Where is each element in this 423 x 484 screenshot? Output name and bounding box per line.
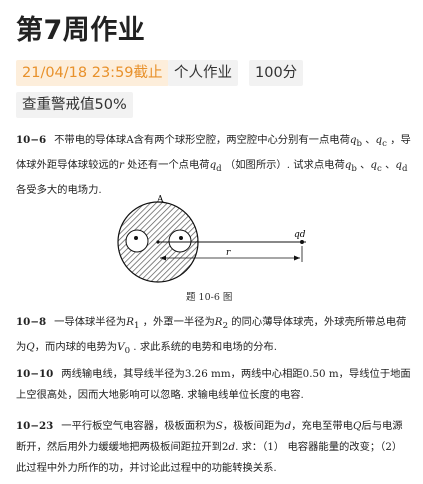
problem-10-6: 10−6 不带电的导体球A含有两个球形空腔，两空腔中心分别有一点电荷qb 、qc …	[16, 130, 412, 201]
charge-qd	[300, 240, 304, 244]
assignment-type-badge: 个人作业	[168, 60, 238, 86]
deadline-badge: 21/04/18 23:59截止	[16, 60, 169, 86]
plagiarism-threshold-badge: 查重警戒值50%	[16, 92, 133, 118]
figure-caption: 题 10-6 图	[186, 292, 233, 303]
page-title: 第7周作业	[16, 15, 146, 46]
label-r: r	[226, 248, 231, 258]
score-badge: 100分	[249, 60, 304, 86]
problem-number: 10−10	[16, 368, 54, 380]
charge-qc	[179, 236, 183, 240]
problem-text: 一导体球半径为R1 ，外罩一半径为R2 的同心薄导体球壳，外球壳所带总电荷为Q，…	[16, 316, 407, 357]
problem-number: 10−8	[16, 316, 47, 328]
problem-text: 不带电的导体球A含有两个球形空腔，两空腔中心分别有一点电荷qb 、qc ，导体球…	[16, 134, 411, 197]
problem-number: 10−6	[16, 134, 47, 146]
problem-number: 10−23	[16, 420, 54, 432]
problem-10-8: 10−8 一导体球半径为R1 ，外罩一半径为R2 的同心薄导体球壳，外球壳所带总电…	[16, 312, 412, 362]
problem-10-23: 10−23 一平行板空气电容器，极板面积为S，极板间距为d，充电至带电Q后与电源断…	[16, 416, 412, 479]
cavity-b	[125, 229, 149, 253]
problem-10-10: 10−10 两线输电线，其导线半径为3.26 mm，两线中心相距0.50 m，导线…	[16, 364, 412, 406]
problem-text: 一平行板空气电容器，极板面积为S，极板间距为d，充电至带电Q后与电源断开，然后用…	[16, 420, 403, 474]
cavity-c	[168, 229, 192, 253]
label-qd: qd	[294, 230, 306, 240]
figure-10-6: A qd r	[117, 195, 306, 283]
charge-qb	[134, 236, 138, 240]
label-sphere-A: A	[156, 195, 164, 205]
problem-text: 两线输电线，其导线半径为3.26 mm，两线中心相距0.50 m，导线位于地面上…	[16, 368, 411, 401]
r-arrow-right-head	[294, 255, 300, 261]
